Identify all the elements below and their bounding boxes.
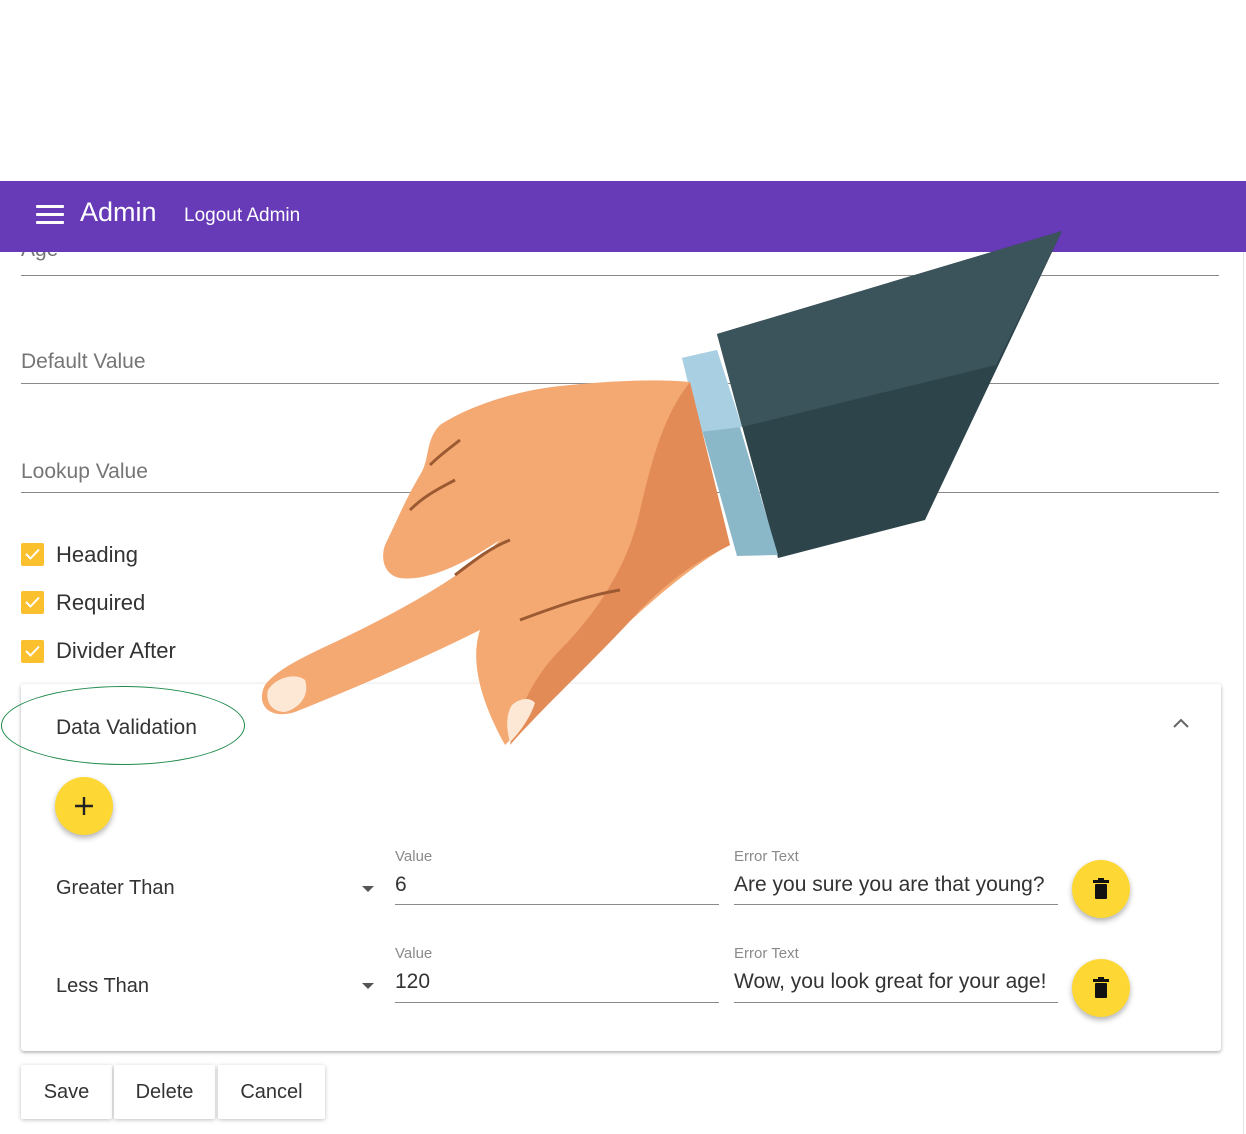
heading-checkbox[interactable]	[21, 543, 44, 566]
divider-after-checkbox-label: Divider After	[56, 638, 176, 663]
rule-value-label: Value	[395, 945, 433, 962]
rule-operator-select[interactable]: Greater Than	[56, 877, 175, 900]
annotation-oval	[1, 686, 245, 765]
dropdown-arrow-icon[interactable]	[362, 983, 374, 989]
divider-after-checkbox[interactable]	[21, 640, 44, 663]
rule-error-underline	[734, 904, 1058, 905]
rule-error-label: Error Text	[734, 848, 799, 865]
plus-icon	[75, 797, 93, 815]
delete-rule-button[interactable]	[1072, 860, 1130, 918]
rule-error-label: Error Text	[734, 945, 799, 962]
check-icon	[25, 548, 40, 560]
field-name-underline	[21, 275, 1219, 276]
rule-error-underline	[734, 1002, 1058, 1003]
lookup-value-underline	[21, 492, 1219, 493]
check-icon	[25, 596, 40, 608]
lookup-value-field[interactable]: Lookup Value	[21, 460, 148, 484]
logout-link[interactable]: Logout Admin	[184, 205, 300, 227]
rule-value-input[interactable]: 6	[395, 873, 407, 897]
trash-icon	[1093, 878, 1109, 899]
menu-icon[interactable]	[36, 205, 64, 227]
rule-value-underline	[395, 1002, 719, 1003]
check-icon	[25, 645, 40, 657]
required-checkbox[interactable]	[21, 591, 44, 614]
delete-button[interactable]: Delete	[114, 1065, 215, 1119]
dropdown-arrow-icon[interactable]	[362, 886, 374, 892]
heading-checkbox-label: Heading	[56, 542, 138, 567]
default-value-field[interactable]: Default Value	[21, 350, 146, 374]
app-title: Admin	[80, 197, 157, 227]
rule-error-input[interactable]: Wow, you look great for your age!	[734, 970, 1046, 994]
app-bar: Admin Logout Admin	[0, 181, 1246, 252]
add-rule-button[interactable]	[55, 777, 113, 835]
scroll-edge	[1243, 252, 1244, 1134]
save-button[interactable]: Save	[21, 1065, 112, 1119]
default-value-underline	[21, 383, 1219, 384]
trash-icon	[1093, 977, 1109, 998]
cancel-button[interactable]: Cancel	[218, 1065, 325, 1119]
rule-value-input[interactable]: 120	[395, 970, 430, 994]
rule-error-input[interactable]: Are you sure you are that young?	[734, 873, 1045, 897]
rule-value-label: Value	[395, 848, 433, 865]
rule-operator-select[interactable]: Less Than	[56, 975, 149, 998]
delete-rule-button[interactable]	[1072, 959, 1130, 1017]
chevron-up-icon[interactable]	[1172, 717, 1190, 729]
required-checkbox-label: Required	[56, 590, 146, 615]
rule-value-underline	[395, 904, 719, 905]
